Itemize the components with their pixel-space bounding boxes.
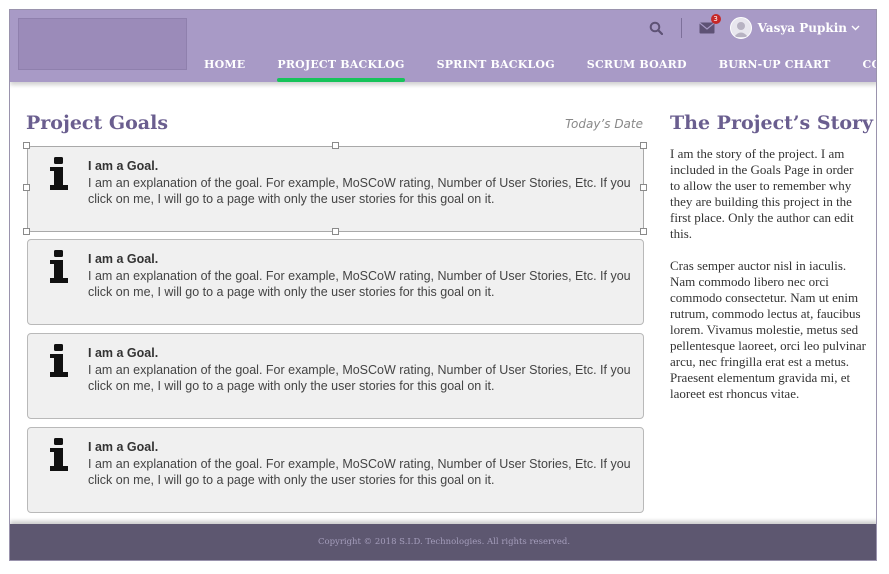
nav-contact-us[interactable]: CONTACT US (863, 58, 876, 78)
resize-handle[interactable] (23, 228, 30, 235)
footer: Copyright © 2018 S.I.D. Technologies. Al… (10, 524, 876, 560)
goal-card[interactable]: I am a Goal. I am an explanation of the … (27, 427, 644, 513)
nav-sprint-backlog[interactable]: SPRINT BACKLOG (437, 58, 555, 78)
date-label: Today’s Date (565, 117, 643, 131)
info-icon (50, 344, 68, 377)
mail-icon[interactable]: 3 (696, 14, 721, 39)
search-icon[interactable] (645, 17, 667, 39)
story-title: The Project’s Story (670, 112, 874, 134)
logo-placeholder[interactable] (18, 18, 187, 70)
nav-home[interactable]: HOME (204, 58, 245, 78)
resize-handle[interactable] (640, 142, 647, 149)
goal-card[interactable]: I am a Goal. I am an explanation of the … (27, 333, 644, 419)
username-label: Vasya Pupkin (757, 21, 847, 35)
story-text[interactable]: I am the story of the project. I am incl… (670, 146, 866, 418)
app-frame: 3 Vasya Pupkin HOME PROJECT BACKLOG SPRI… (9, 9, 877, 561)
goal-description: I am an explanation of the goal. For exa… (88, 457, 631, 487)
resize-handle[interactable] (332, 142, 339, 149)
goal-description: I am an explanation of the goal. For exa… (88, 363, 631, 393)
resize-handle[interactable] (640, 228, 647, 235)
resize-handle[interactable] (23, 142, 30, 149)
story-paragraph: Cras semper auctor nisl in iaculis. Nam … (670, 258, 867, 401)
resize-handle[interactable] (332, 228, 339, 235)
user-menu[interactable]: Vasya Pupkin (758, 21, 860, 35)
page-title: Project Goals (26, 112, 169, 134)
nav-project-backlog[interactable]: PROJECT BACKLOG (277, 58, 405, 82)
info-icon (50, 250, 68, 283)
chevron-down-icon (851, 25, 860, 31)
goal-card[interactable]: I am a Goal. I am an explanation of the … (27, 146, 644, 232)
goal-title: I am a Goal. (88, 252, 159, 266)
copyright-text: Copyright © 2018 S.I.D. Technologies. Al… (317, 537, 571, 547)
goal-title: I am a Goal. (88, 346, 159, 360)
info-icon (50, 157, 68, 190)
main-nav: HOME PROJECT BACKLOG SPRINT BACKLOG SCRU… (204, 58, 876, 82)
topbar: 3 Vasya Pupkin (645, 14, 860, 40)
notification-badge: 3 (710, 14, 721, 24)
goal-description: I am an explanation of the goal. For exa… (88, 269, 631, 299)
goal-title: I am a Goal. (88, 440, 159, 454)
topbar-divider (680, 18, 682, 38)
info-icon (50, 438, 68, 471)
resize-handle[interactable] (640, 184, 647, 191)
avatar[interactable] (729, 17, 752, 39)
nav-scrum-board[interactable]: SCRUM BOARD (587, 58, 687, 78)
story-paragraph: I am the story of the project. I am incl… (670, 146, 854, 241)
header: 3 Vasya Pupkin HOME PROJECT BACKLOG SPRI… (10, 10, 876, 82)
goal-card[interactable]: I am a Goal. I am an explanation of the … (27, 239, 644, 325)
nav-burn-up-chart[interactable]: BURN-UP CHART (719, 58, 831, 78)
resize-handle[interactable] (23, 184, 30, 191)
goal-title: I am a Goal. (88, 159, 159, 173)
goal-description: I am an explanation of the goal. For exa… (88, 176, 631, 206)
